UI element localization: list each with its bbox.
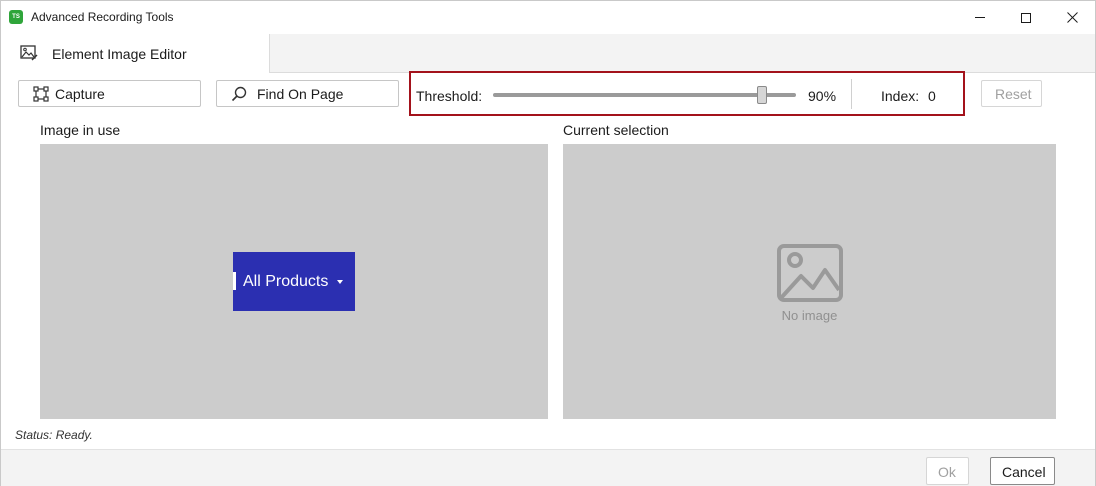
threshold-slider-thumb[interactable] [756,86,767,104]
tab-element-image-editor[interactable]: Element Image Editor [1,34,270,73]
tab-strip: Element Image Editor [1,34,1095,73]
image-in-use-title: Image in use [40,122,121,138]
window-title: Advanced Recording Tools [31,10,174,24]
app-window: TS Advanced Recording Tools Element Imag… [0,0,1096,486]
status-text: Status: Ready. [15,428,93,442]
index-label: Index: [881,88,920,104]
capture-button[interactable]: Capture [18,80,201,107]
maximize-icon [1021,12,1031,23]
find-on-page-button[interactable]: Find On Page [216,80,399,107]
footer-bar: Ok Cancel [1,449,1095,486]
current-selection-panel: No image [563,144,1056,419]
close-icon [1066,12,1078,23]
image-placeholder-icon [777,244,843,302]
tab-label: Element Image Editor [52,46,187,62]
threshold-slider[interactable] [493,86,796,104]
image-edit-icon [20,45,38,61]
title-bar[interactable]: TS Advanced Recording Tools [1,1,1095,34]
search-icon [231,86,247,102]
index-value: 0 [928,88,936,104]
minimize-icon [975,17,985,18]
reset-label: Reset [995,86,1032,102]
maximize-button[interactable] [1003,1,1049,34]
threshold-label: Threshold: [416,88,483,104]
captured-element-image: All Products [233,252,355,311]
ok-label: Ok [938,464,956,480]
image-in-use-panel: All Products [40,144,548,419]
close-button[interactable] [1049,1,1095,34]
capture-label: Capture [55,86,105,102]
capture-frame-icon [33,86,49,102]
image-edge [233,272,236,290]
reset-button[interactable]: Reset [981,80,1042,107]
captured-image-text: All Products [243,273,329,290]
threshold-value: 90% [808,88,837,104]
ok-button[interactable]: Ok [926,457,969,485]
app-logo-icon: TS [9,10,23,24]
separator [851,79,852,109]
cancel-label: Cancel [1002,464,1046,480]
current-selection-title: Current selection [563,122,669,138]
no-image-text: No image [781,308,838,323]
minimize-button[interactable] [957,1,1003,34]
cancel-button[interactable]: Cancel [990,457,1055,485]
threshold-group: Threshold: 90% Index: 0 [409,71,965,116]
find-on-page-label: Find On Page [257,86,344,102]
caret-down-icon [337,280,343,284]
